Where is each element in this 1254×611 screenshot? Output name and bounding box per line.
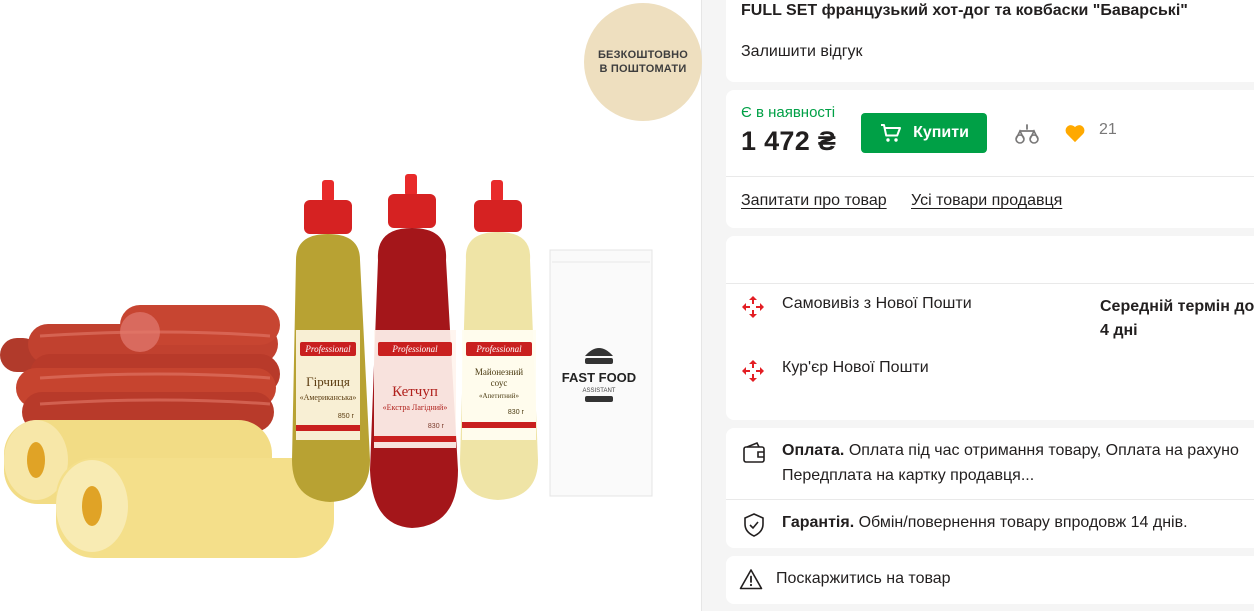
mustard-weight-text: 850 г bbox=[338, 413, 355, 420]
cart-icon bbox=[881, 124, 902, 142]
stock-status: Є в наявності bbox=[741, 104, 836, 121]
mayo-bottle: Professional Майонезний соус «Апетитний»… bbox=[460, 180, 538, 500]
delivery-option-label: Самовивіз з Нової Пошти bbox=[782, 295, 972, 312]
mustard-sub-text: «Американська» bbox=[300, 393, 357, 402]
wallet-icon bbox=[743, 441, 765, 463]
payment-row: Оплата. Оплата під час отримання товару,… bbox=[741, 438, 1239, 488]
ask-about-product-link[interactable]: Запитати про товар bbox=[741, 192, 887, 210]
delivery-option-pickup[interactable]: Самовивіз з Нової Пошти bbox=[741, 295, 972, 319]
mayo-name-text: Майонезний bbox=[475, 367, 523, 377]
avg-term-label: Середній термін до bbox=[1100, 298, 1254, 315]
complain-card: Поскаржитись на товар bbox=[726, 556, 1254, 604]
payment-text-line1: Оплата під час отримання товару, Оплата … bbox=[848, 442, 1239, 459]
warning-icon bbox=[739, 569, 763, 590]
badge-line1: БЕЗКОШТОВНО bbox=[597, 49, 689, 61]
sausages bbox=[0, 305, 280, 432]
ketchup-weight-text: 830 г bbox=[428, 423, 445, 430]
leave-review-link[interactable]: Залишити відгук bbox=[741, 43, 863, 61]
avg-term-value: 4 дні bbox=[1100, 322, 1138, 339]
product-price: 1 472 ₴ bbox=[741, 126, 837, 156]
compare-scales-icon[interactable] bbox=[1014, 122, 1040, 146]
favorites-count: 21 bbox=[1099, 121, 1117, 138]
nova-poshta-icon bbox=[742, 296, 764, 318]
complain-label: Поскаржитись на товар bbox=[776, 570, 951, 587]
warranty-text: Обмін/повернення товару впродовж 14 днів… bbox=[858, 514, 1188, 531]
title-card: FULL SET французький хот-дог та ковбаски… bbox=[726, 0, 1254, 82]
warranty-label: Гарантія. bbox=[782, 514, 855, 531]
bag-line2-text: ASSISTANT bbox=[583, 388, 616, 394]
shield-check-icon bbox=[744, 513, 764, 537]
complain-link[interactable]: Поскаржитись на товар bbox=[739, 568, 951, 590]
payment-text-line2[interactable]: Передплата на картку продавця... bbox=[782, 463, 1239, 488]
product-title: FULL SET французький хот-дог та ковбаски… bbox=[741, 2, 1188, 19]
mayo-name-text-2: соус bbox=[491, 378, 508, 388]
hotdog-buns bbox=[4, 420, 334, 558]
mayo-sub-text: «Апетитний» bbox=[479, 392, 520, 400]
delivery-option-label: Кур'єр Нової Пошти bbox=[782, 359, 929, 376]
ketchup-brand-text: Professional bbox=[391, 344, 438, 354]
mustard-brand-text: Professional bbox=[304, 344, 351, 354]
mustard-bottle: Professional Гірчиця «Американська» 850 … bbox=[292, 180, 370, 502]
heart-icon[interactable] bbox=[1064, 123, 1086, 143]
ketchup-bottle: Professional Кетчуп «Екстра Лагідний» 83… bbox=[370, 174, 458, 528]
fast-food-bag: FAST FOOD ASSISTANT bbox=[549, 249, 653, 497]
product-gallery[interactable]: БЕЗКОШТОВНО В ПОШТОМАТИ Professional Гір… bbox=[0, 0, 702, 611]
average-delivery-term: Середній термін до 4 дні bbox=[1100, 295, 1254, 343]
buy-button[interactable]: Купити bbox=[861, 113, 987, 153]
payment-label: Оплата. bbox=[782, 442, 845, 459]
buy-button-label: Купити bbox=[913, 124, 969, 141]
mayo-brand-text: Professional bbox=[475, 344, 522, 354]
product-page: БЕЗКОШТОВНО В ПОШТОМАТИ Professional Гір… bbox=[0, 0, 1254, 611]
payment-divider bbox=[726, 499, 1254, 500]
delivery-option-courier[interactable]: Кур'єр Нової Пошти bbox=[741, 359, 929, 383]
badge-line2: В ПОШТОМАТИ bbox=[599, 63, 687, 75]
mayo-weight-text: 830 г bbox=[508, 409, 525, 416]
payment-card: Оплата. Оплата під час отримання товару,… bbox=[726, 428, 1254, 548]
mustard-name-text: Гірчиця bbox=[306, 374, 350, 389]
buy-card: Є в наявності 1 472 ₴ Купити 21 Запитати… bbox=[726, 90, 1254, 228]
ketchup-name-text: Кетчуп bbox=[392, 384, 438, 400]
delivery-card: Самовивіз з Нової Пошти Середній термін … bbox=[726, 236, 1254, 420]
product-image[interactable]: Professional Гірчиця «Американська» 850 … bbox=[0, 170, 702, 570]
all-seller-products-link[interactable]: Усі товари продавця bbox=[911, 192, 1062, 210]
free-delivery-badge: БЕЗКОШТОВНО В ПОШТОМАТИ bbox=[584, 3, 702, 121]
warranty-row: Гарантія. Обмін/повернення товару впродо… bbox=[741, 510, 1188, 538]
ketchup-sub-text: «Екстра Лагідний» bbox=[383, 403, 448, 412]
nova-poshta-icon bbox=[742, 360, 764, 382]
delivery-divider bbox=[726, 283, 1254, 284]
buy-divider bbox=[726, 176, 1254, 177]
bag-line1-text: FAST FOOD bbox=[562, 370, 636, 385]
